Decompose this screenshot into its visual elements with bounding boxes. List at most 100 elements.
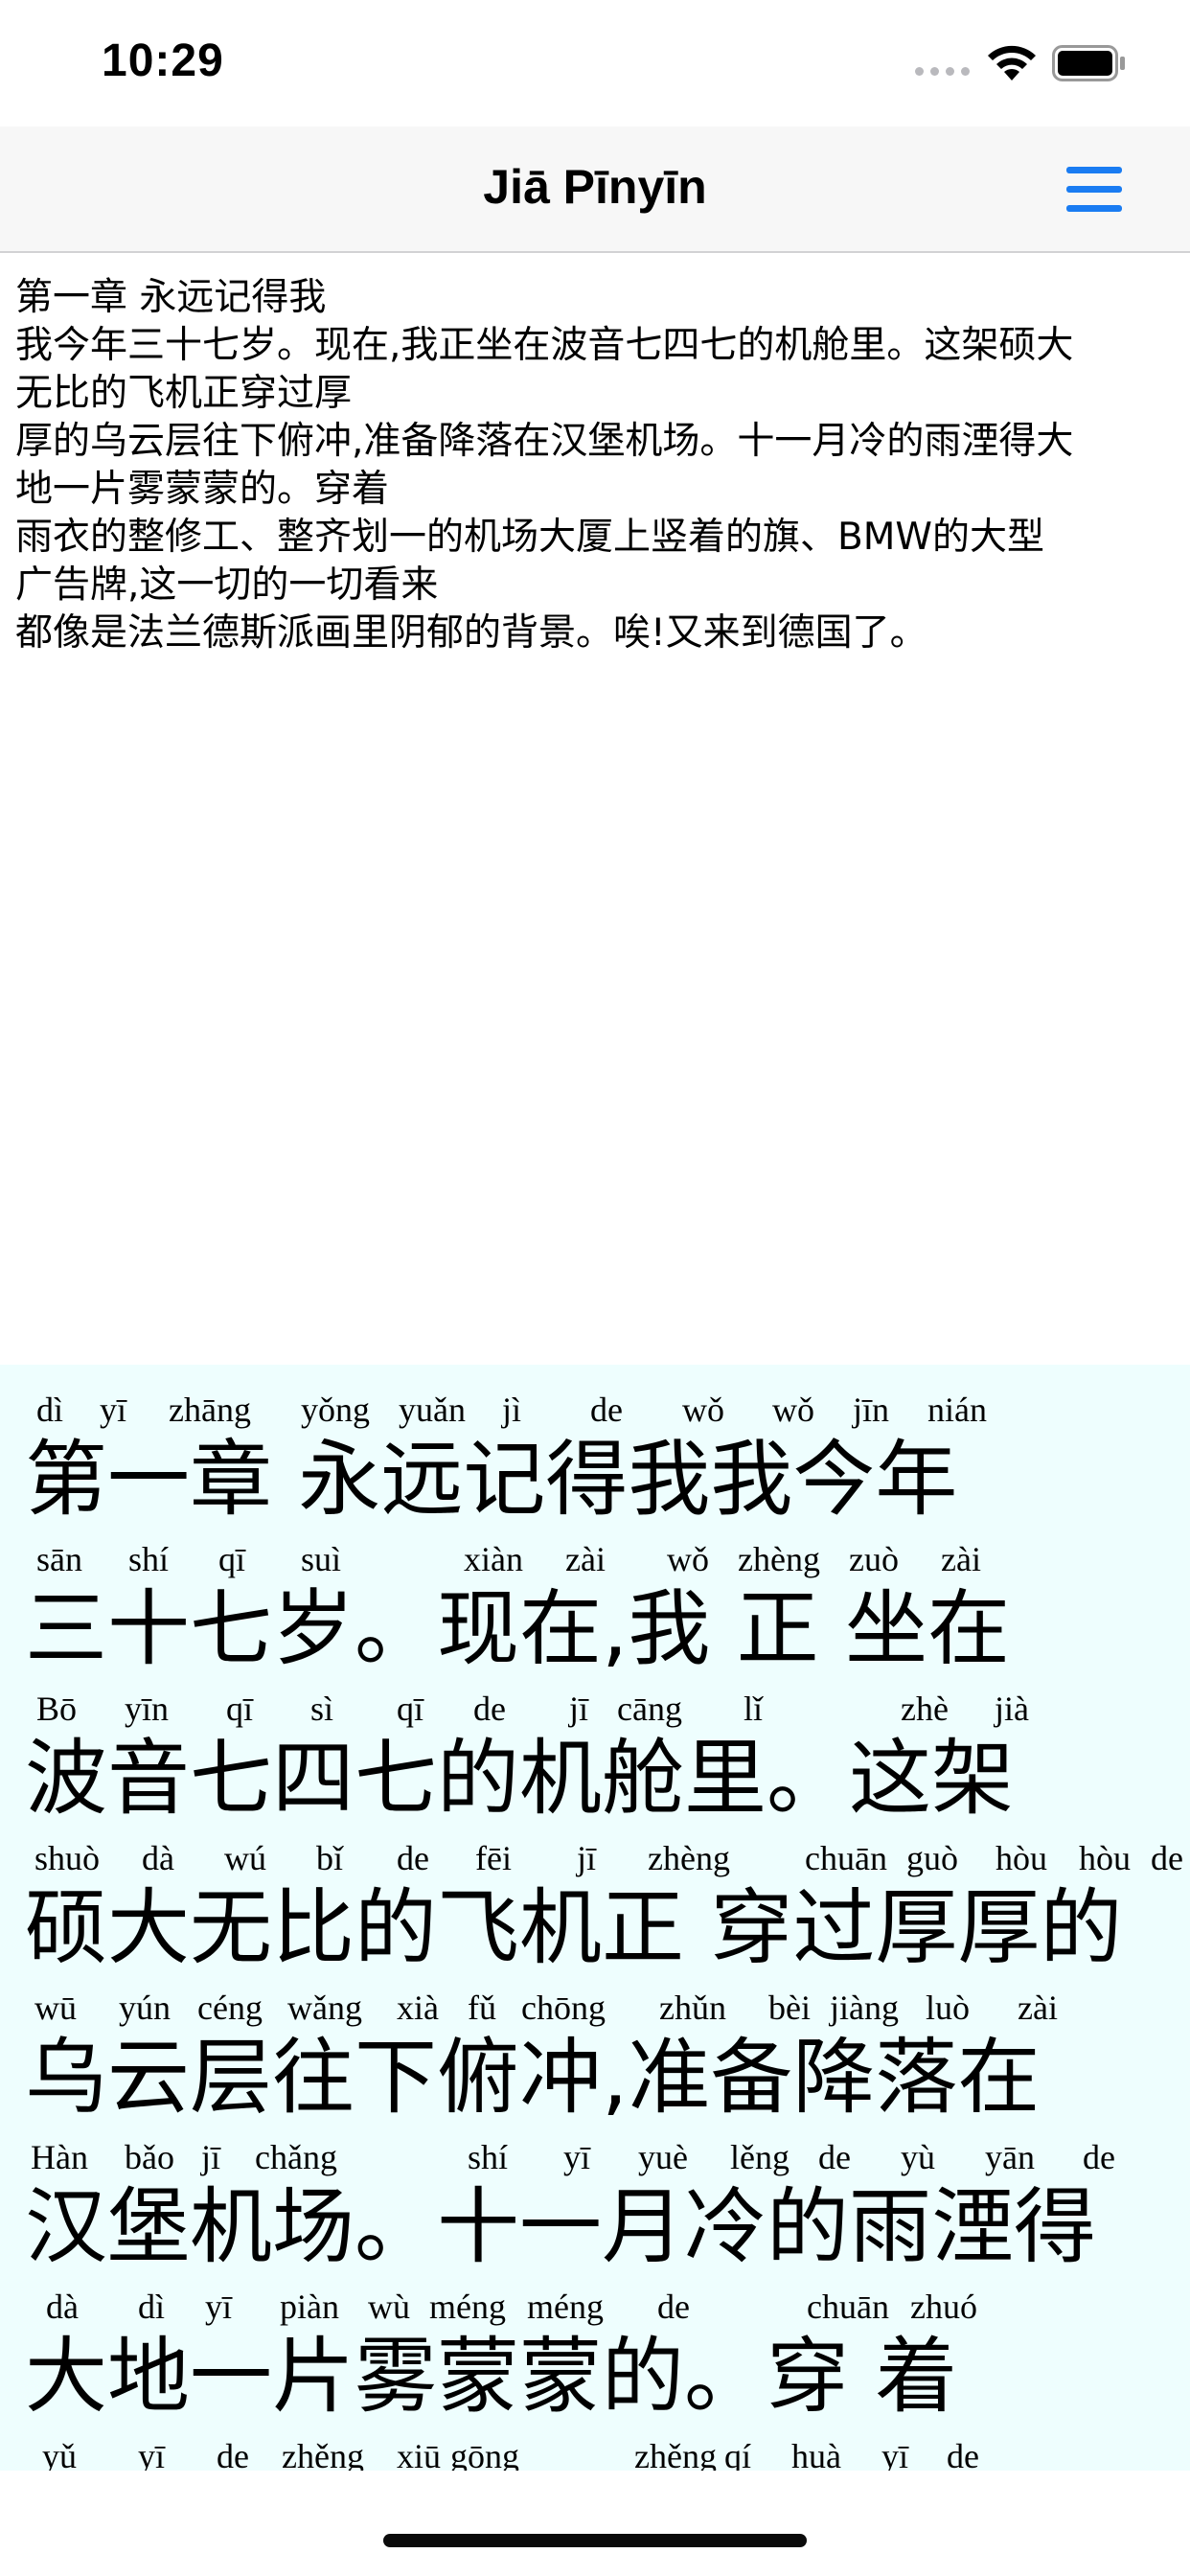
source-text-line: 第一章 永远记得我 bbox=[15, 276, 327, 319]
pinyin-syllable: yī bbox=[138, 2437, 166, 2471]
pinyin-syllable: de bbox=[1151, 1839, 1183, 1877]
pinyin-syllable: bǐ bbox=[316, 1839, 344, 1877]
pinyin-syllable: gōng bbox=[450, 2437, 519, 2471]
pinyin-syllable: dì bbox=[36, 1391, 64, 1429]
pinyin-syllable: jīn bbox=[853, 1391, 890, 1429]
pinyin-syllable: qī bbox=[397, 1690, 424, 1728]
pinyin-syllable: de bbox=[1083, 2138, 1115, 2176]
pinyin-syllable: qī bbox=[218, 1540, 246, 1578]
hanzi-line: 波音七四七的机舱里。这架 bbox=[25, 1731, 1014, 1827]
status-time: 10:29 bbox=[102, 35, 224, 86]
pinyin-syllable: yún bbox=[119, 1989, 171, 2027]
pinyin-syllable: qí bbox=[724, 2437, 752, 2471]
source-text-line: 都像是法兰德斯派画里阴郁的背景。唉!又来到德国了。 bbox=[15, 611, 927, 655]
pinyin-syllable: de bbox=[397, 1839, 429, 1877]
pinyin-syllable: sì bbox=[310, 1690, 334, 1728]
app-title: Jiā Pīnyīn bbox=[483, 160, 707, 214]
pinyin-syllable: zhěng bbox=[282, 2437, 364, 2471]
source-text-area[interactable]: 第一章 永远记得我我今年三十七岁。现在,我正坐在波音七四七的机舱里。这架硕大 无比… bbox=[15, 274, 1177, 657]
pinyin-syllable: shí bbox=[128, 1540, 170, 1578]
pinyin-syllable: lǐ bbox=[744, 1690, 764, 1728]
pinyin-syllable: yù bbox=[901, 2138, 935, 2176]
pinyin-syllable: zhèng bbox=[648, 1839, 730, 1877]
pinyin-syllable: guò bbox=[906, 1839, 958, 1877]
cellular-signal-icon bbox=[915, 67, 970, 76]
pinyin-syllable: yuǎn bbox=[399, 1391, 466, 1429]
pinyin-syllable: dà bbox=[46, 2288, 79, 2326]
pinyin-syllable: hòu bbox=[995, 1839, 1047, 1877]
menu-icon[interactable] bbox=[1066, 165, 1122, 215]
pinyin-syllable: chōng bbox=[521, 1989, 606, 2027]
status-bar: 10:29 bbox=[0, 0, 1190, 126]
pinyin-syllable: zhǔn bbox=[659, 1989, 726, 2027]
pinyin-syllable: jī bbox=[569, 1690, 589, 1728]
pinyin-syllable: wù bbox=[368, 2288, 410, 2326]
pinyin-syllable: jì bbox=[502, 1391, 522, 1429]
pinyin-syllable: zuò bbox=[849, 1540, 899, 1578]
pinyin-syllable: xiàn bbox=[464, 1540, 523, 1578]
pinyin-syllable: chǎng bbox=[255, 2138, 337, 2176]
source-text-line: 广告牌,这一切的一切看来 bbox=[15, 564, 439, 607]
pinyin-syllable: xià bbox=[397, 1989, 439, 2027]
hanzi-line: 三十七岁。现在,我 正 坐在 bbox=[25, 1581, 1011, 1677]
pinyin-syllable: de bbox=[947, 2437, 979, 2471]
pinyin-syllable: yī bbox=[881, 2437, 909, 2471]
pinyin-syllable: zhèng bbox=[738, 1540, 820, 1578]
pinyin-syllable: yān bbox=[985, 2138, 1035, 2176]
source-text-line: 雨衣的整修工、整齐划一的机场大厦上竖着的旗、BMW的大型 bbox=[15, 516, 1044, 559]
pinyin-syllable: shí bbox=[468, 2138, 509, 2176]
pinyin-syllable: céng bbox=[197, 1989, 263, 2027]
pinyin-syllable: zhěng bbox=[634, 2437, 717, 2471]
pinyin-syllable: wǒ bbox=[682, 1391, 724, 1429]
pinyin-syllable: chuān bbox=[807, 2288, 889, 2326]
pinyin-panel: dì yī zhāng yǒng yuǎn jì de wǒ wǒ jīn nián 第一章 永远记得… bbox=[0, 1365, 1190, 2471]
pinyin-syllable: Bō bbox=[36, 1690, 78, 1728]
pinyin-syllable: dì bbox=[138, 2288, 166, 2326]
pinyin-syllable: nián bbox=[927, 1391, 987, 1429]
home-indicator[interactable] bbox=[383, 2534, 807, 2547]
pinyin-syllable: jiàng bbox=[830, 1989, 899, 2027]
pinyin-syllable: luò bbox=[926, 1989, 971, 2027]
pinyin-syllable: yī bbox=[205, 2288, 233, 2326]
hanzi-line: 乌云层往下俯冲,准备降落在 bbox=[25, 2030, 1041, 2126]
pinyin-syllable: yī bbox=[100, 1391, 127, 1429]
pinyin-syllable: fǔ bbox=[468, 1989, 496, 2027]
pinyin-syllable: méng bbox=[527, 2288, 604, 2326]
pinyin-syllable: zài bbox=[1018, 1989, 1058, 2027]
pinyin-syllable: yuè bbox=[638, 2138, 688, 2176]
source-text-line: 地一片雾蒙蒙的。穿着 bbox=[15, 468, 390, 511]
pinyin-syllable: jī bbox=[577, 1839, 597, 1877]
source-text-line: 厚的乌云层往下俯冲,准备降落在汉堡机场。十一月冷的雨湮得大 bbox=[15, 420, 1074, 463]
hanzi-line: 第一章 永远记得我我今年 bbox=[25, 1432, 958, 1528]
pinyin-syllable: cāng bbox=[617, 1690, 682, 1728]
pinyin-syllable: chuān bbox=[805, 1839, 887, 1877]
pinyin-syllable: qī bbox=[226, 1690, 254, 1728]
pinyin-syllable: fēi bbox=[475, 1839, 512, 1877]
battery-icon bbox=[1052, 45, 1125, 81]
pinyin-syllable: xiū bbox=[397, 2437, 442, 2471]
pinyin-syllable: zài bbox=[565, 1540, 606, 1578]
pinyin-syllable: wǒ bbox=[667, 1540, 709, 1578]
pinyin-syllable: yī bbox=[563, 2138, 591, 2176]
hanzi-line: 大地一片雾蒙蒙的。穿 着 bbox=[25, 2329, 958, 2425]
pinyin-syllable: de bbox=[657, 2288, 690, 2326]
pinyin-syllable: de bbox=[473, 1690, 506, 1728]
pinyin-syllable: méng bbox=[429, 2288, 506, 2326]
pinyin-syllable: bèi bbox=[768, 1989, 811, 2027]
hanzi-line: 汉堡机场。十一月冷的雨湮得 bbox=[25, 2179, 1096, 2275]
pinyin-syllable: huà bbox=[791, 2437, 841, 2471]
pinyin-syllable: zài bbox=[941, 1540, 981, 1578]
pinyin-syllable: wú bbox=[224, 1839, 266, 1877]
pinyin-syllable: shuò bbox=[34, 1839, 101, 1877]
pinyin-syllable: Hàn bbox=[31, 2138, 88, 2176]
pinyin-syllable: zhuó bbox=[910, 2288, 977, 2326]
pinyin-syllable: sān bbox=[36, 1540, 82, 1578]
pinyin-syllable: jià bbox=[995, 1690, 1029, 1728]
pinyin-syllable: bǎo bbox=[125, 2138, 174, 2176]
pinyin-syllable: hòu bbox=[1079, 1839, 1131, 1877]
pinyin-syllable: wǒ bbox=[772, 1391, 814, 1429]
source-text-line: 无比的飞机正穿过厚 bbox=[15, 372, 353, 415]
pinyin-syllable: de bbox=[590, 1391, 623, 1429]
source-text-line: 我今年三十七岁。现在,我正坐在波音七四七的机舱里。这架硕大 bbox=[15, 324, 1074, 367]
pinyin-syllable: yǒng bbox=[301, 1391, 370, 1429]
